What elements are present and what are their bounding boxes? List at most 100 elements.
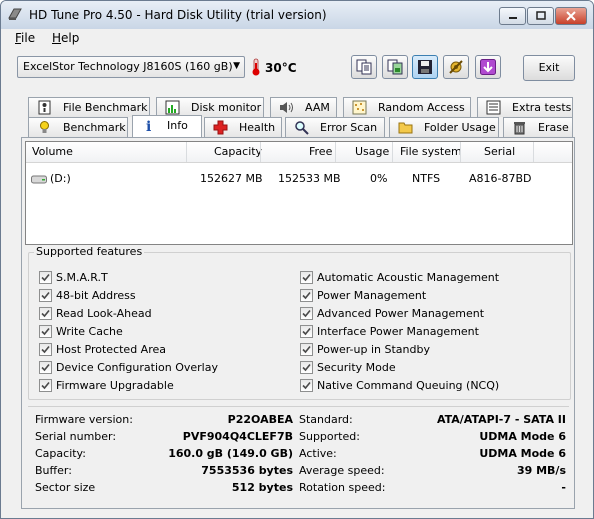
col-capacity[interactable]: Capacity (214, 145, 262, 158)
feature-label: Automatic Acoustic Management (317, 271, 500, 284)
window-title: HD Tune Pro 4.50 - Hard Disk Utility (tr… (29, 8, 327, 22)
checkmark-icon (302, 273, 311, 282)
tab-error-scan[interactable]: Error Scan (285, 117, 385, 137)
checkbox[interactable] (300, 343, 313, 356)
checkbox[interactable] (300, 379, 313, 392)
column-divider (460, 142, 461, 162)
menu-help[interactable]: Help (52, 31, 79, 45)
drive-select[interactable]: ExcelStor Technology J8160S (160 gB) ▼ (17, 56, 245, 78)
minimize-icon (508, 17, 517, 19)
feature-label: Power Management (317, 289, 427, 302)
cell-serial: A816-87BD (469, 172, 532, 185)
disk-monitor-icon (165, 100, 180, 115)
drive-info-group: Firmware version: P22OABEA Serial number: P… (28, 406, 569, 503)
info-label: Supported: (299, 430, 360, 443)
checkmark-icon (41, 381, 50, 390)
feature-label: Write Cache (56, 325, 123, 338)
drive-select-value: ExcelStor Technology J8160S (160 gB) (23, 60, 233, 73)
checkbox[interactable] (300, 289, 313, 302)
info-label: Buffer: (35, 464, 72, 477)
menu-bar: File Help (1, 29, 593, 49)
checkmark-icon (41, 327, 50, 336)
col-filesystem[interactable]: File system (400, 145, 462, 158)
close-button[interactable] (555, 7, 587, 25)
info-label: Sector size (35, 481, 96, 494)
magnifier-icon (295, 121, 309, 135)
download-button[interactable] (475, 55, 501, 79)
checkmark-icon (302, 309, 311, 318)
info-value: UDMA Mode 6 (479, 447, 566, 460)
info-value: UDMA Mode 6 (479, 430, 566, 443)
checkbox[interactable] (39, 289, 52, 302)
cell-volume: (D:) (50, 172, 71, 185)
tab-random-access[interactable]: Random Access (343, 97, 471, 117)
menu-file[interactable]: File (15, 31, 35, 45)
tab-info[interactable]: i Info (132, 115, 202, 137)
tab-health[interactable]: Health (204, 117, 282, 137)
info-label: Rotation speed: (299, 481, 386, 494)
column-divider (260, 142, 261, 162)
app-window: HD Tune Pro 4.50 - Hard Disk Utility (tr… (0, 0, 594, 519)
checkbox[interactable] (39, 343, 52, 356)
maximize-icon (535, 11, 546, 20)
checkbox[interactable] (39, 271, 52, 284)
info-value: 7553536 bytes (201, 464, 293, 477)
checkbox[interactable] (39, 361, 52, 374)
column-divider (533, 142, 534, 162)
checkbox[interactable] (300, 361, 313, 374)
tab-disk-monitor[interactable]: Disk monitor (156, 97, 264, 117)
checkmark-icon (41, 291, 50, 300)
tab-extra-tests[interactable]: Extra tests (477, 97, 573, 117)
tab-file-benchmark[interactable]: File Benchmark (28, 97, 150, 117)
feature-label: Power-up in Standby (317, 343, 430, 356)
options-button[interactable] (443, 55, 469, 79)
checkbox[interactable] (300, 271, 313, 284)
info-label: Active: (299, 447, 337, 460)
checkmark-icon (302, 381, 311, 390)
col-serial[interactable]: Serial (484, 145, 515, 158)
temperature-readout: 30°C (265, 61, 297, 75)
tab-benchmark[interactable]: Benchmark (28, 117, 128, 137)
options-icon (449, 60, 463, 74)
checkmark-icon (41, 309, 50, 318)
copy-text-button[interactable] (351, 55, 377, 79)
column-divider (392, 142, 393, 162)
checkmark-icon (41, 363, 50, 372)
col-free[interactable]: Free (309, 145, 332, 158)
feature-label: Device Configuration Overlay (56, 361, 218, 374)
drive-icon (31, 175, 47, 184)
checkbox[interactable] (39, 379, 52, 392)
cell-usage: 0% (370, 172, 388, 185)
copy-screenshot-button[interactable] (382, 55, 408, 79)
info-value: PVF904Q4CLEF7B (182, 430, 293, 443)
exit-button[interactable]: Exit (523, 55, 575, 81)
copy-text-icon (356, 59, 372, 75)
checkmark-icon (302, 291, 311, 300)
save-icon (418, 60, 432, 74)
tab-aam[interactable]: AAM (270, 97, 337, 117)
app-icon (8, 8, 22, 20)
info-value: P22OABEA (227, 413, 293, 426)
maximize-button[interactable] (527, 7, 554, 25)
folder-icon (398, 122, 413, 134)
thermometer-icon (252, 58, 260, 76)
tab-folder-usage[interactable]: Folder Usage (389, 117, 499, 137)
minimize-button[interactable] (499, 7, 526, 25)
tab-erase[interactable]: Erase (503, 117, 573, 137)
checkbox[interactable] (300, 325, 313, 338)
checkbox[interactable] (39, 307, 52, 320)
col-volume[interactable]: Volume (32, 145, 73, 158)
column-divider (186, 142, 187, 162)
download-icon (480, 59, 496, 75)
cell-capacity: 152627 MB (200, 172, 263, 185)
checkbox[interactable] (300, 307, 313, 320)
volume-list[interactable]: Volume Capacity Free Usage File system S… (25, 141, 573, 245)
checkbox[interactable] (39, 325, 52, 338)
feature-label: S.M.A.R.T (56, 271, 108, 284)
info-label: Capacity: (35, 447, 86, 460)
info-label: Serial number: (35, 430, 117, 443)
cell-free: 152533 MB (278, 172, 341, 185)
feature-label: Host Protected Area (56, 343, 166, 356)
col-usage[interactable]: Usage (355, 145, 389, 158)
save-button[interactable] (412, 55, 438, 79)
